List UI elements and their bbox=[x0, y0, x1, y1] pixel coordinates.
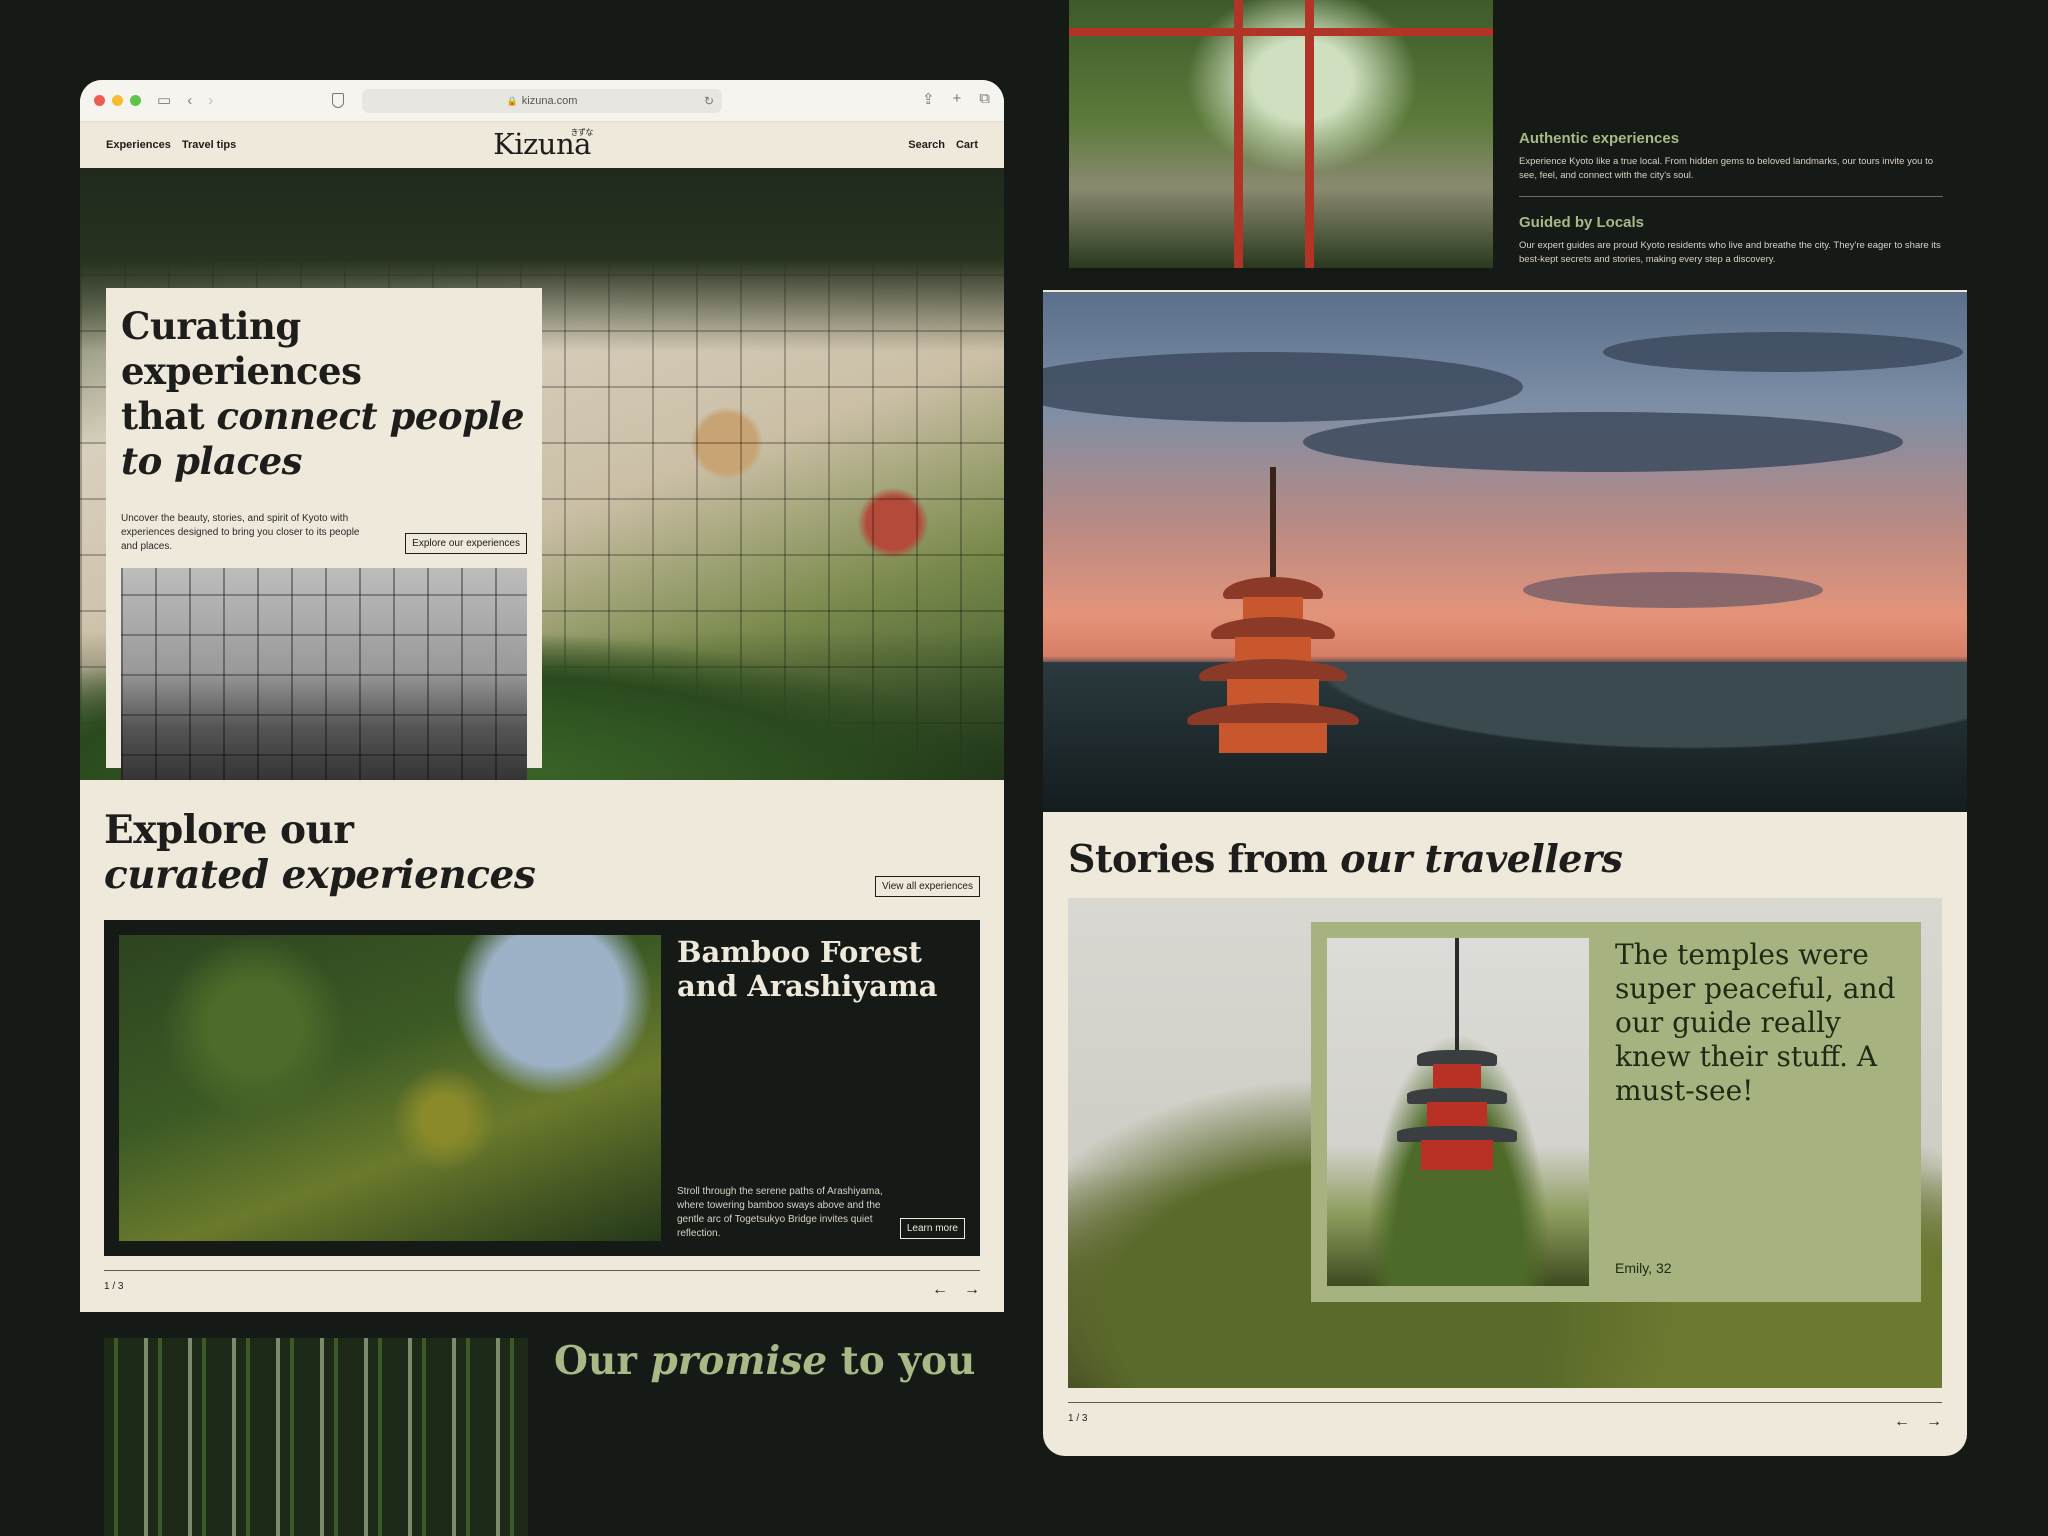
primary-nav: Experiences Travel tips bbox=[106, 139, 236, 151]
pagoda-roof bbox=[1223, 577, 1323, 599]
forward-icon[interactable]: › bbox=[208, 93, 213, 108]
explore-section: Explore our curated experiences View all… bbox=[80, 780, 1004, 920]
testimonial-author: Emily, 32 bbox=[1615, 1260, 1672, 1276]
maximize-window-button[interactable] bbox=[130, 95, 141, 106]
reload-icon[interactable]: ↻ bbox=[704, 94, 714, 108]
mountain-silhouette bbox=[1043, 662, 1967, 812]
pagoda-roof bbox=[1211, 617, 1335, 639]
secondary-nav: Search Cart bbox=[908, 139, 978, 151]
logo-kana: きずな bbox=[570, 128, 593, 137]
experience-title: Bamboo Forest and Arashiyama bbox=[677, 935, 938, 1003]
testimonial-pagoda-image bbox=[1327, 938, 1589, 1286]
feature-authentic: Authentic experiences Experience Kyoto l… bbox=[1519, 130, 1943, 183]
nav-experiences[interactable]: Experiences bbox=[106, 139, 171, 151]
cloud bbox=[1303, 412, 1903, 472]
hero-title-line-1: Curating experiences bbox=[121, 304, 362, 393]
feature-title: Guided by Locals bbox=[1519, 214, 1645, 231]
pager-arrows: ← → bbox=[1894, 1413, 1942, 1431]
cloud bbox=[1523, 572, 1823, 608]
features-section: Authentic experiences Experience Kyoto l… bbox=[1043, 0, 1967, 290]
pagoda-spire bbox=[1270, 467, 1276, 577]
testimonial-card: The temples were super peaceful, and our… bbox=[1311, 922, 1921, 1302]
hero-title-line-2: that bbox=[121, 394, 217, 438]
nav-search[interactable]: Search bbox=[908, 139, 945, 151]
arashiyama-image bbox=[119, 935, 661, 1241]
lock-icon: 🔒 bbox=[506, 95, 518, 106]
arrow-left-icon[interactable]: ← bbox=[932, 1281, 948, 1312]
experience-card-body: Bamboo Forest and Arashiyama Stroll thro… bbox=[677, 935, 965, 1241]
pager-arrows: ← → bbox=[932, 1281, 980, 1312]
feature-divider bbox=[1519, 196, 1943, 197]
experience-pager: 1 / 3 ← → bbox=[104, 1270, 980, 1312]
forest-image bbox=[104, 1338, 528, 1536]
pagoda-tier bbox=[1427, 1102, 1487, 1128]
close-window-button[interactable] bbox=[94, 95, 105, 106]
pager-count: 1 / 3 bbox=[1068, 1413, 1088, 1424]
torii-gate-image bbox=[1069, 0, 1493, 268]
explore-title-italic: curated experiences bbox=[104, 852, 536, 898]
pager-count: 1 / 3 bbox=[104, 1281, 124, 1292]
pagoda-tier bbox=[1433, 1064, 1481, 1088]
promise-section: Our promise to you bbox=[80, 1312, 1004, 1536]
testimonial-quote: The temples were super peaceful, and our… bbox=[1615, 938, 1896, 1107]
promise-title: Our promise to you bbox=[554, 1338, 975, 1384]
experience-description: Stroll through the serene paths of Arash… bbox=[677, 1186, 883, 1239]
cloud bbox=[1043, 352, 1523, 422]
privacy-shield-icon[interactable] bbox=[332, 93, 344, 108]
hero-inset-bw-image bbox=[121, 568, 527, 780]
promise-title-plain-2: to you bbox=[827, 1338, 976, 1384]
promise-title-italic: promise bbox=[650, 1338, 828, 1384]
pagoda-spire bbox=[1455, 938, 1459, 1058]
explore-title: Explore our curated experiences bbox=[104, 808, 980, 898]
pagoda-tier bbox=[1219, 723, 1327, 753]
share-icon[interactable]: ⇪ bbox=[922, 90, 935, 108]
back-icon[interactable]: ‹ bbox=[187, 93, 192, 108]
nav-travel-tips[interactable]: Travel tips bbox=[182, 139, 236, 151]
pagoda-sunset-image bbox=[1043, 292, 1967, 812]
story-background-image: The temples were super peaceful, and our… bbox=[1068, 898, 1942, 1388]
address-bar[interactable]: 🔒 kizuna.com ↻ bbox=[362, 89, 722, 113]
feature-description: Our expert guides are proud Kyoto reside… bbox=[1519, 240, 1941, 265]
feature-guided: Guided by Locals Our expert guides are p… bbox=[1519, 214, 1943, 267]
hero-section: Curating experiences that connect people… bbox=[80, 168, 1004, 780]
stories-pager: 1 / 3 ← → bbox=[1068, 1402, 1942, 1431]
stories-title: Stories from our travellers bbox=[1068, 836, 1623, 881]
hero-sub-row: Uncover the beauty, stories, and spirit … bbox=[121, 512, 527, 554]
learn-more-button[interactable]: Learn more bbox=[899, 1218, 965, 1239]
experience-card[interactable]: Bamboo Forest and Arashiyama Stroll thro… bbox=[104, 920, 980, 1256]
hero-title: Curating experiences that connect people… bbox=[121, 304, 527, 484]
site-header: Experiences Travel tips Kizuna きずな Searc… bbox=[80, 122, 1004, 168]
feature-title: Authentic experiences bbox=[1519, 130, 1680, 147]
arrow-right-icon[interactable]: → bbox=[1926, 1413, 1942, 1431]
cloud bbox=[1603, 332, 1963, 372]
pagoda-tier bbox=[1421, 1140, 1493, 1170]
window-controls bbox=[94, 95, 141, 106]
site-logo[interactable]: Kizuna きずな bbox=[493, 127, 593, 161]
hero-card: Curating experiences that connect people… bbox=[106, 288, 542, 780]
tabs-overview-icon[interactable]: ⧉ bbox=[979, 90, 990, 108]
explore-experiences-button[interactable]: Explore our experiences bbox=[405, 533, 527, 554]
arrow-right-icon[interactable]: → bbox=[964, 1281, 980, 1312]
nav-cart[interactable]: Cart bbox=[956, 139, 978, 151]
hero-description: Uncover the beauty, stories, and spirit … bbox=[121, 513, 360, 552]
browser-window-right: Authentic experiences Experience Kyoto l… bbox=[1043, 0, 1967, 1456]
feature-description: Experience Kyoto like a true local. From… bbox=[1519, 156, 1933, 181]
promise-title-plain-1: Our bbox=[554, 1338, 651, 1384]
url-text: kizuna.com bbox=[521, 95, 578, 107]
pagoda-illustration bbox=[1397, 938, 1517, 1238]
view-all-experiences-button[interactable]: View all experiences bbox=[875, 876, 980, 897]
testimonial-text: The temples were super peaceful, and our… bbox=[1615, 938, 1905, 1286]
browser-actions: ⇪ + ⧉ bbox=[922, 90, 990, 108]
arrow-left-icon[interactable]: ← bbox=[1894, 1413, 1910, 1431]
explore-title-plain: Explore our bbox=[104, 807, 354, 853]
minimize-window-button[interactable] bbox=[112, 95, 123, 106]
browser-window-left: ▭ ‹ › 🔒 kizuna.com ↻ ⇪ + ⧉ Experiences T… bbox=[80, 80, 1004, 1536]
sidebar-icon[interactable]: ▭ bbox=[157, 93, 171, 108]
stories-title-italic: our travellers bbox=[1340, 836, 1623, 881]
new-tab-icon[interactable]: + bbox=[953, 90, 962, 108]
stories-title-plain: Stories from bbox=[1068, 836, 1341, 881]
browser-toolbar: ▭ ‹ › 🔒 kizuna.com ↻ ⇪ + ⧉ bbox=[80, 80, 1004, 122]
